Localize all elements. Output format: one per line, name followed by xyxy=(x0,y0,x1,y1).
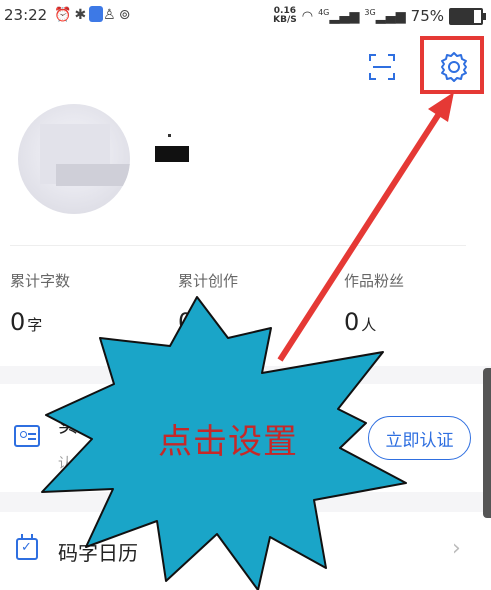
stat-fans-label: 作品粉丝 xyxy=(344,272,405,290)
avatar-blur-lower xyxy=(56,164,130,186)
signal-icon-4g: 4G▂▄▆ xyxy=(318,7,360,25)
section-gap xyxy=(0,366,491,384)
scan-button[interactable] xyxy=(367,52,397,82)
bluetooth-icon: ✱ xyxy=(74,7,90,23)
status-right: 0.16 KB/S ◠ 4G▂▄▆ 3G▂▄▆ 75% xyxy=(273,4,486,28)
stat-fans-unit: 人 xyxy=(361,316,377,334)
callout-text: 点击设置 xyxy=(158,422,298,462)
stat-total-words-label: 累计字数 xyxy=(10,272,71,290)
battery-icon xyxy=(449,7,486,25)
stat-total-works-value[interactable]: 0 xyxy=(178,308,193,336)
shield-app-icon xyxy=(89,6,104,22)
qq-icon: ♙ xyxy=(103,7,119,23)
username-mark xyxy=(168,134,171,137)
divider xyxy=(10,245,466,246)
id-card-icon xyxy=(14,425,40,447)
scroll-indicator xyxy=(483,368,491,518)
stat-fans-value[interactable]: 0人 xyxy=(344,308,376,336)
signal-icon-3g: 3G▂▄▆ xyxy=(364,7,406,25)
battery-percent: 75% xyxy=(410,7,444,25)
avatar[interactable] xyxy=(18,104,130,214)
chevron-right-icon: › xyxy=(452,536,461,561)
battery-fill xyxy=(451,9,474,23)
status-bar: 23:22 ⏰✱ ♙⊚ 0.16 KB/S ◠ 4G▂▄▆ 3G▂▄▆ 75% xyxy=(0,0,491,32)
wifi-icon: ◠ xyxy=(301,8,314,24)
username-redacted[interactable] xyxy=(155,146,189,162)
sync-icon: ⊚ xyxy=(118,7,134,23)
calendar-icon xyxy=(16,534,38,560)
stat-total-words-value[interactable]: 0字 xyxy=(10,308,42,336)
alarm-icon: ⏰ xyxy=(54,7,75,23)
status-time: 23:22 xyxy=(4,6,48,24)
verify-now-button[interactable]: 立即认证 xyxy=(368,416,471,460)
stat-total-works-label: 累计创作 xyxy=(178,272,239,290)
writing-calendar-label: 码字日历 xyxy=(58,541,138,565)
net-speed: 0.16 KB/S xyxy=(273,6,297,25)
settings-highlight-box xyxy=(420,36,484,94)
verification-subtitle: 认 xyxy=(58,456,72,472)
section-gap xyxy=(0,492,491,512)
verification-title: 实名 xyxy=(58,413,98,437)
scan-icon xyxy=(369,54,395,80)
stat-total-words-unit: 字 xyxy=(27,316,43,334)
status-notification-icons: ⏰✱ ♙⊚ xyxy=(54,6,133,23)
